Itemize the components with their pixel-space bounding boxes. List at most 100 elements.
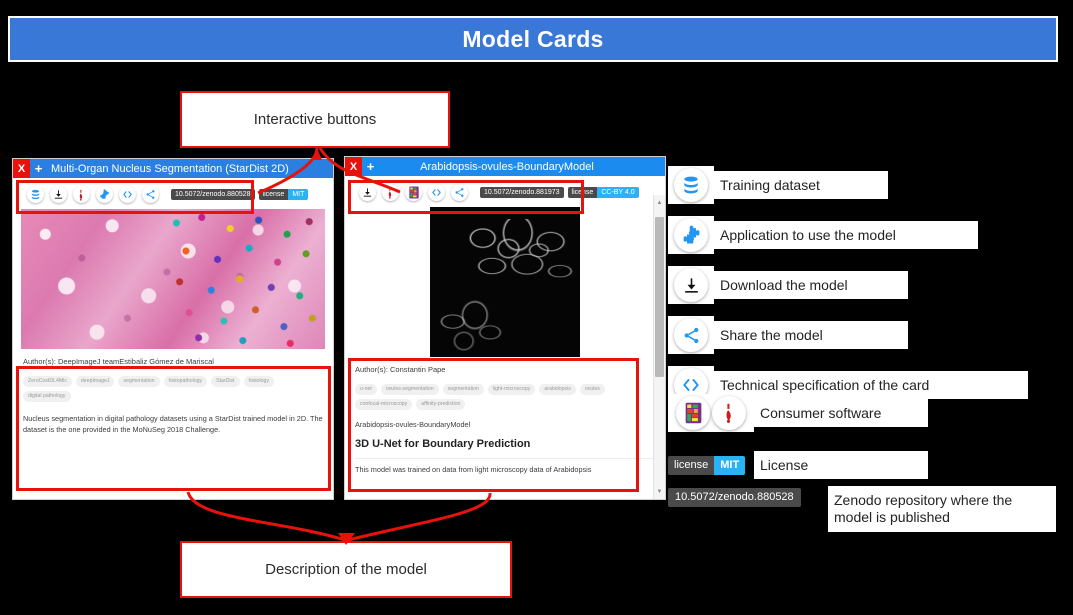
tag-chip[interactable]: ovules (579, 384, 605, 396)
callout-description: Description of the model (180, 541, 512, 598)
connector-desc-right (347, 492, 492, 542)
legend-row-download: Download the model (668, 266, 908, 304)
tag-chip[interactable]: u-net (355, 384, 377, 396)
download-icon[interactable] (50, 186, 67, 203)
card-right-add-button[interactable]: + (362, 157, 379, 176)
confocal-microscopy-image (430, 207, 580, 357)
histopathology-image (21, 209, 325, 349)
tag-chip[interactable]: histopathology (163, 376, 208, 388)
ilastik-icon (676, 396, 710, 430)
imagej-icon (712, 396, 746, 430)
card-left-preview-image (21, 209, 325, 349)
card-right-license-badge-key: license (567, 187, 598, 198)
card-right-license-badge-value: CC-BY 4.0 (597, 187, 639, 198)
legend-label-download: Download the model (714, 271, 908, 299)
legend-label-consumer-software: Consumer software (754, 399, 928, 427)
card-right-description: This model was trained on data from ligh… (355, 464, 592, 474)
legend-icon-wrap (668, 166, 714, 204)
card-left-meta: Author(s): DeepImageJ teamEstibaliz Góme… (13, 349, 333, 436)
legend-icon-wrap (668, 394, 754, 432)
card-left-license-badge-key: license (258, 189, 289, 200)
card-right-titlebar: X + Arabidopsis-ovules-BoundaryModel (345, 157, 665, 176)
tag-chip[interactable]: affinity-prediction (416, 399, 466, 411)
tag-chip[interactable]: confocal-microscopy (355, 399, 413, 411)
legend-row-application: Application to use the model (668, 216, 978, 254)
download-icon[interactable] (359, 184, 376, 201)
card-left-badges: 10.5072/zenodo.880528 license MIT (171, 189, 309, 200)
download-icon (674, 268, 708, 302)
legend-icon-wrap (668, 216, 714, 254)
legend-label-share: Share the model (714, 321, 908, 349)
card-left-license-badge[interactable]: license MIT (258, 189, 309, 200)
legend-label-application: Application to use the model (714, 221, 978, 249)
tag-chip[interactable]: digital pathology (23, 391, 71, 403)
legend-row-share: Share the model (668, 316, 908, 354)
card-right-authors: Author(s): Constantin Pape (355, 365, 446, 374)
legend-row-consumer-software: Consumer software (668, 394, 928, 432)
callout-description-label: Description of the model (265, 561, 427, 578)
share-icon[interactable] (142, 186, 159, 203)
divider (355, 457, 655, 459)
card-right-scrollbar[interactable]: ▲ ▼ (653, 195, 665, 499)
card-right-meta: Author(s): Constantin Pape u-net ovules-s… (345, 357, 665, 475)
tag-chip[interactable]: histology (243, 376, 275, 388)
code-icon[interactable] (119, 186, 136, 203)
page-title: Model Cards (462, 25, 604, 52)
tag-chip[interactable]: deepImageJ (75, 376, 115, 388)
card-left-close-button[interactable]: X (13, 159, 30, 178)
card-right-close-button[interactable]: X (345, 157, 362, 176)
database-icon (674, 168, 708, 202)
card-right-preview-image (430, 207, 580, 357)
model-card-left[interactable]: X + Multi-Organ Nucleus Segmentation (St… (12, 158, 334, 500)
card-left-titlebar: X + Multi-Organ Nucleus Segmentation (St… (13, 159, 333, 178)
scrollbar-thumb[interactable] (655, 217, 664, 377)
zenodo-doi-badge: 10.5072/zenodo.880528 (668, 488, 801, 507)
card-right-license-badge[interactable]: license CC-BY 4.0 (567, 187, 639, 198)
scroll-down-icon[interactable]: ▼ (654, 486, 665, 497)
card-left-add-button[interactable]: + (30, 159, 47, 178)
slide-root: Model Cards Interactive buttons Descript… (0, 0, 1073, 615)
card-left-tags: ZeroCostDL4Mic deepImageJ segmentation hist… (23, 376, 323, 403)
ilastik-icon[interactable] (405, 184, 422, 201)
card-right-toolbar: 10.5072/zenodo.881973 license CC-BY 4.0 (345, 176, 665, 207)
model-card-right[interactable]: X + Arabidopsis-ovules-BoundaryModel 10.… (344, 156, 666, 500)
legend-icon-wrap (668, 316, 714, 354)
legend-icon-wrap (668, 266, 714, 304)
card-right-heading: 3D U-Net for Boundary Prediction (355, 438, 531, 450)
card-left-doi-badge[interactable]: 10.5072/zenodo.880528 (171, 189, 255, 200)
card-right-title: Arabidopsis-ovules-BoundaryModel (420, 160, 594, 173)
code-icon[interactable] (428, 184, 445, 201)
tag-chip[interactable]: ovules-segmentation (380, 384, 439, 396)
legend-row-zenodo: 10.5072/zenodo.880528 Zenodo repository … (668, 486, 1056, 533)
card-left-license-badge-value: MIT (288, 189, 309, 200)
callout-interactive-buttons-label: Interactive buttons (253, 111, 377, 128)
legend-icon-wrap: 10.5072/zenodo.880528 (668, 486, 828, 507)
card-right-doi-badge[interactable]: 10.5072/zenodo.881973 (480, 187, 564, 198)
legend-label-training-dataset: Training dataset (714, 171, 888, 199)
scroll-up-icon[interactable]: ▲ (654, 197, 665, 208)
legend-icon-wrap: license MIT (668, 455, 754, 475)
imagej-icon[interactable] (73, 186, 90, 203)
tag-chip[interactable]: segmentation (442, 384, 484, 396)
tag-chip[interactable]: StarDist (211, 376, 240, 388)
card-left-title: Multi-Organ Nucleus Segmentation (StarDi… (51, 162, 289, 175)
card-right-body: 10.5072/zenodo.881973 license CC-BY 4.0 … (345, 176, 665, 499)
legend-label-zenodo: Zenodo repository where the model is pub… (828, 486, 1056, 533)
tag-chip[interactable]: arabidopsis (539, 384, 576, 396)
tag-chip[interactable]: light-microscopy (487, 384, 536, 396)
card-left-body: 10.5072/zenodo.880528 license MIT Author… (13, 178, 333, 499)
callout-interactive-buttons: Interactive buttons (180, 91, 450, 148)
page-banner: Model Cards (8, 16, 1058, 62)
card-left-description: Nucleus segmentation in digital patholog… (23, 414, 323, 435)
imagej-icon[interactable] (382, 184, 399, 201)
tag-chip[interactable]: segmentation (118, 376, 160, 388)
legend-label-license: License (754, 451, 928, 479)
legend-row-training-dataset: Training dataset (668, 166, 888, 204)
license-badge: license MIT (668, 455, 746, 475)
license-badge-key: license (668, 455, 715, 475)
puzzle-icon[interactable] (96, 186, 113, 203)
share-icon[interactable] (451, 184, 468, 201)
tag-chip[interactable]: ZeroCostDL4Mic (23, 376, 72, 388)
card-right-tags: u-net ovules-segmentation segmentation ligh… (355, 384, 655, 411)
database-icon[interactable] (27, 186, 44, 203)
